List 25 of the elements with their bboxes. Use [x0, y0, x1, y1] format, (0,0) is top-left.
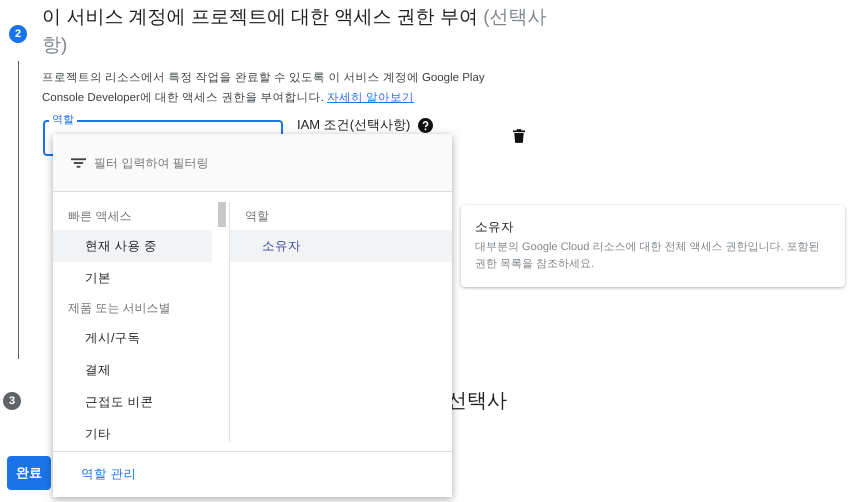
category-item[interactable]: 근접도 비콘	[53, 386, 212, 418]
step-number: 2	[9, 25, 27, 43]
roles-header: 역할	[244, 208, 270, 225]
help-icon[interactable]	[418, 118, 434, 132]
step-number: 3	[3, 392, 21, 410]
category-item[interactable]: 기타	[53, 418, 212, 450]
category-item[interactable]: 기본	[53, 262, 212, 294]
category-item[interactable]: 현재 사용 중	[53, 230, 212, 262]
category-item[interactable]: 게시/구독	[53, 322, 212, 354]
filter-icon	[71, 158, 86, 168]
category-item[interactable]: 결제	[53, 354, 212, 386]
manage-roles-link[interactable]: 역할 관리	[81, 466, 136, 483]
role-info-description: 대부분의 Google Cloud 리소스에 대한 전체 액세스 권한입니다. 포함된 권한 목록을 참조하세요.	[475, 240, 821, 272]
step-title: 이 서비스 계정에 프로젝트에 대한 액세스 권한 부여 (선택사항)	[42, 6, 548, 58]
learn-more-link[interactable]: 자세히 알아보기	[326, 92, 414, 104]
done-button[interactable]: 완료	[7, 456, 51, 490]
role-info-title: 소유자	[475, 219, 515, 236]
delete-icon[interactable]	[513, 129, 526, 143]
category-header: 제품 또는 서비스별	[67, 300, 172, 317]
category-header: 빠른 액세스	[67, 208, 132, 225]
scrollbar-thumb[interactable]	[218, 202, 226, 227]
iam-condition-label: IAM 조건(선택사항)	[297, 116, 410, 134]
step-title: 선택사	[447, 389, 507, 414]
description-text: 프로젝트의 리소스에서 특정 작업을 완료할 수 있도록 이 서비스 계정에 Google Play Console Developer에 대한 액세스 권한을 부여합니다. 자세히 알아보기	[42, 71, 486, 106]
role-item[interactable]: 소유자	[230, 230, 452, 262]
